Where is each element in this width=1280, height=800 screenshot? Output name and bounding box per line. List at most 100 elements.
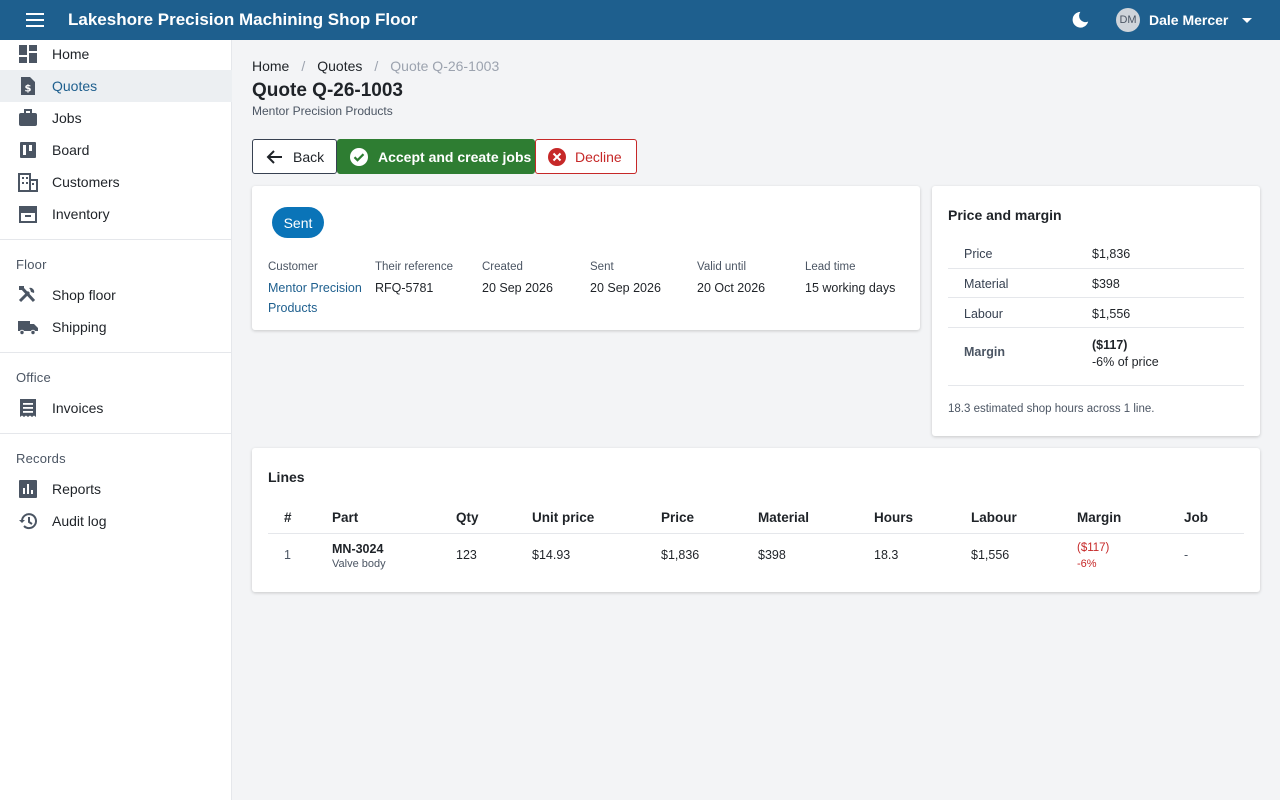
breadcrumb-separator: / [374, 58, 379, 74]
field-value: 15 working days [805, 281, 896, 295]
sidebar-item-shop-floor[interactable]: Shop floor [0, 279, 232, 311]
field-value: 20 Oct 2026 [697, 281, 766, 295]
field-value: 20 Sep 2026 [482, 281, 553, 295]
cell-price: $1,836 [661, 548, 700, 562]
field-label: Their reference [375, 261, 453, 273]
tools-icon [18, 286, 36, 303]
building-icon [18, 173, 38, 192]
sidebar-item-reports[interactable]: Reports [0, 473, 232, 505]
price-row: Price $1,836 [948, 238, 1244, 269]
user-name: Dale Mercer [1149, 12, 1229, 28]
row-value: $1,556 [1092, 307, 1131, 321]
sidebar-item-jobs[interactable]: Jobs [0, 102, 232, 134]
bar-chart-icon [19, 480, 37, 498]
sidebar-item-quotes[interactable]: $ Quotes [0, 70, 232, 102]
back-button[interactable]: Back [252, 139, 337, 174]
margin-value: ($117) [1092, 338, 1128, 352]
table-header-divider [268, 533, 1244, 534]
sidebar-item-board[interactable]: Board [0, 134, 232, 166]
column-header: Qty [456, 510, 479, 525]
material-row: Material $398 [948, 268, 1244, 298]
shop-hours-note: 18.3 estimated shop hours across 1 line. [948, 403, 1155, 415]
sidebar-item-inventory[interactable]: Inventory [0, 198, 232, 230]
field-valid-until: Valid until 20 Oct 2026 [697, 261, 797, 298]
top-app-bar: Lakeshore Precision Machining Shop Floor… [0, 0, 1280, 40]
column-header: # [284, 510, 292, 525]
column-header: Job [1184, 510, 1209, 525]
cell-margin: ($117) [1077, 542, 1110, 554]
back-label: Back [293, 149, 325, 165]
cell-qty: 123 [456, 548, 477, 562]
menu-icon[interactable] [26, 13, 44, 27]
archive-box-icon [19, 206, 37, 223]
labour-row: Labour $1,556 [948, 298, 1244, 328]
lines-card: Lines # Part Qty Unit price Price Materi… [252, 448, 1260, 592]
field-value: 20 Sep 2026 [590, 281, 661, 295]
sidebar-item-audit-log[interactable]: Audit log [0, 505, 232, 537]
arrow-left-icon [266, 150, 282, 164]
breadcrumb-home[interactable]: Home [252, 58, 289, 74]
customer-link[interactable]: Mentor Precision Products [268, 278, 368, 318]
status-badge: Sent [272, 207, 324, 238]
check-circle-icon [350, 148, 368, 166]
avatar: DM [1116, 8, 1140, 32]
section-label-records: Records [16, 451, 66, 466]
cell-hours: 18.3 [874, 548, 899, 562]
sidebar-item-label: Reports [52, 481, 102, 497]
receipt-icon [20, 399, 36, 417]
cell-job: - [1184, 548, 1189, 562]
quote-summary-card: Sent Customer Mentor Precision Products … [252, 186, 920, 330]
sidebar-item-invoices[interactable]: Invoices [0, 392, 232, 424]
row-label: Price [964, 247, 993, 261]
cell-margin-percent: -6% [1077, 558, 1097, 570]
briefcase-icon [19, 109, 37, 126]
price-and-margin-card: Price and margin Price $1,836 Material $… [932, 186, 1260, 436]
column-header: Hours [874, 510, 914, 525]
sidebar-item-label: Audit log [52, 513, 107, 529]
close-circle-icon [548, 148, 566, 166]
row-value: $398 [1092, 277, 1120, 291]
sidebar-item-label: Jobs [52, 110, 82, 126]
sidebar-item-shipping[interactable]: Shipping [0, 311, 232, 343]
sidebar-item-label: Invoices [52, 400, 104, 416]
page-title: Quote Q-26-1003 [252, 80, 403, 101]
sidebar-item-home[interactable]: Home [0, 38, 232, 70]
moon-icon[interactable] [1069, 9, 1091, 31]
row-label: Material [964, 277, 1009, 291]
chevron-down-icon [1242, 17, 1253, 23]
section-label-floor: Floor [16, 257, 47, 272]
field-label: Sent [590, 261, 614, 273]
cell-material: $398 [758, 548, 786, 562]
field-sent: Sent 20 Sep 2026 [590, 261, 690, 298]
sidebar-item-label: Shipping [52, 319, 107, 335]
column-header: Margin [1077, 510, 1122, 525]
field-value: RFQ-5781 [375, 281, 434, 295]
decline-button[interactable]: Decline [535, 139, 637, 174]
sidebar-item-customers[interactable]: Customers [0, 166, 232, 198]
accept-and-create-jobs-button[interactable]: Accept and create jobs [337, 139, 535, 174]
cell-part-description: Valve body [332, 558, 386, 570]
sidebar-item-label: Inventory [52, 206, 110, 222]
history-icon [19, 513, 37, 530]
page-subtitle: Mentor Precision Products [252, 104, 393, 118]
cell-unit-price: $14.93 [532, 548, 571, 562]
row-label: Margin [964, 345, 1005, 359]
margin-row: Margin ($117) -6% of price [948, 328, 1244, 386]
document-dollar-icon: $ [21, 77, 35, 95]
accept-label: Accept and create jobs [378, 149, 532, 165]
sidebar: Home $ Quotes Jobs Board Customers Inven… [0, 40, 232, 800]
breadcrumb-separator: / [301, 58, 306, 74]
dashboard-icon [19, 45, 37, 63]
column-header: Price [661, 510, 695, 525]
breadcrumb-quotes[interactable]: Quotes [317, 58, 362, 74]
user-menu[interactable]: DM Dale Mercer [1116, 8, 1253, 32]
field-lead-time: Lead time 15 working days [805, 261, 917, 298]
breadcrumb-current: Quote Q-26-1003 [390, 58, 500, 74]
row-value: $1,836 [1092, 247, 1131, 261]
truck-icon [18, 321, 38, 336]
cell-line-number: 1 [284, 548, 291, 562]
card-heading: Lines [268, 469, 305, 485]
divider [0, 239, 232, 240]
kanban-board-icon [20, 142, 36, 158]
breadcrumb: Home / Quotes / Quote Q-26-1003 [252, 58, 499, 74]
